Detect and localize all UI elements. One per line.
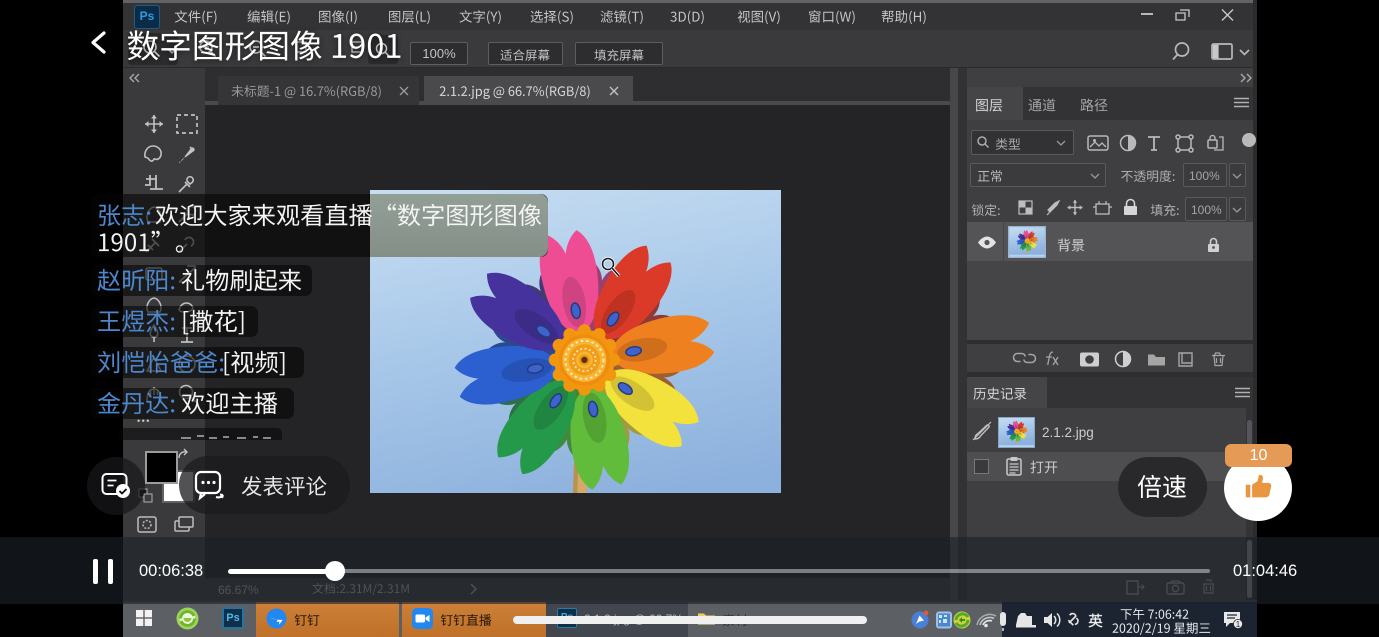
svg-text:1: 1: [1236, 620, 1241, 629]
